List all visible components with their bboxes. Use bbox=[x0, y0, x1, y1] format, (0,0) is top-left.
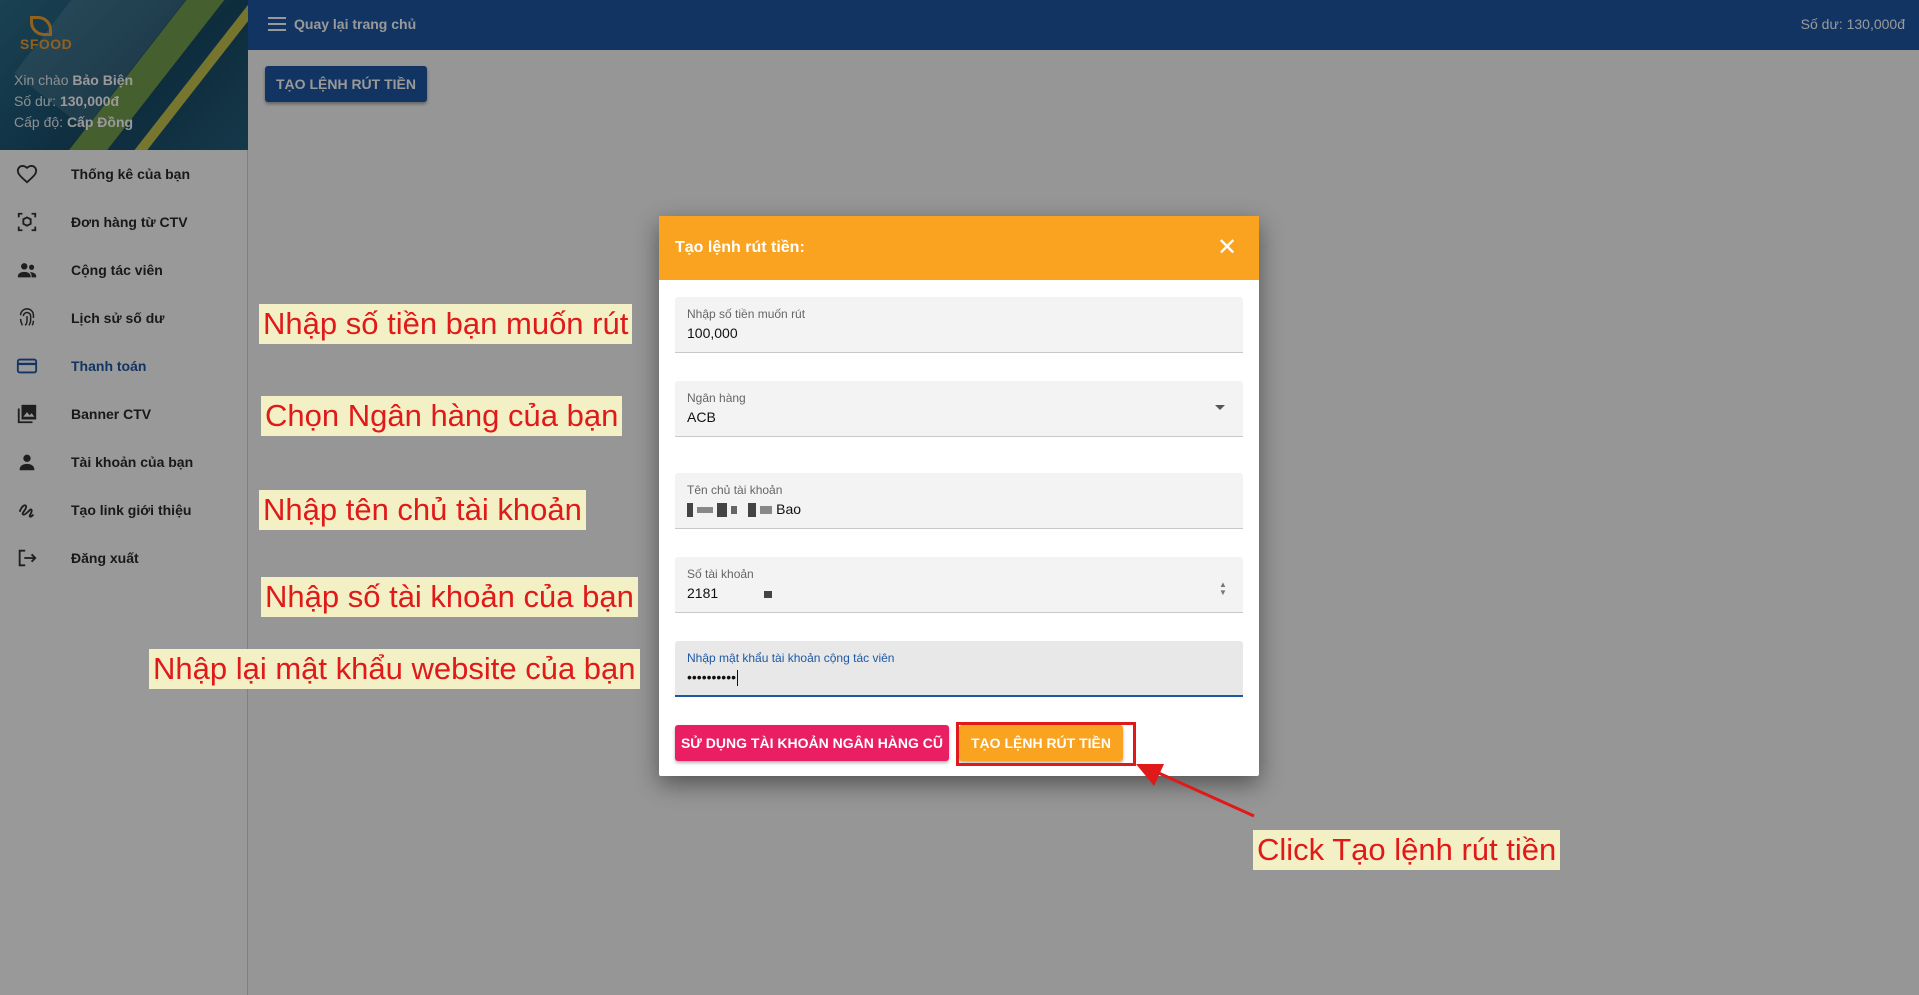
annotation-account-name: Nhập tên chủ tài khoản bbox=[259, 490, 586, 530]
bank-label: Ngân hàng bbox=[687, 391, 746, 405]
password-dots: •••••••••• bbox=[687, 669, 737, 685]
account-number-value: 2181 bbox=[687, 585, 773, 601]
password-label: Nhập mật khẩu tài khoản cộng tác viên bbox=[687, 651, 895, 665]
close-icon[interactable]: ✕ bbox=[1213, 234, 1241, 262]
account-name-visible: Bao bbox=[776, 501, 802, 517]
dialog-header: Tạo lệnh rút tiền: ✕ bbox=[659, 216, 1259, 280]
bank-value: ACB bbox=[687, 409, 716, 425]
number-stepper-icon[interactable]: ▲ ▼ bbox=[1217, 581, 1229, 599]
account-number-field[interactable]: Số tài khoản 2181 ▲ ▼ bbox=[675, 557, 1243, 613]
dialog-title: Tạo lệnh rút tiền: bbox=[675, 239, 805, 256]
annotation-account-number: Nhập số tài khoản của bạn bbox=[261, 577, 638, 617]
account-name-label: Tên chủ tài khoản bbox=[687, 483, 783, 497]
red-arrow-icon bbox=[1136, 764, 1255, 818]
account-number-visible: 2181 bbox=[687, 585, 719, 601]
amount-label: Nhập số tiền muốn rút bbox=[687, 307, 806, 321]
submit-withdrawal-button[interactable]: TẠO LỆNH RÚT TIỀN bbox=[959, 725, 1123, 761]
withdrawal-dialog: Tạo lệnh rút tiền: ✕ Nhập số tiền muốn r… bbox=[659, 216, 1259, 776]
annotation-password: Nhập lại mật khẩu website của bạn bbox=[149, 649, 640, 689]
account-name-field[interactable]: Tên chủ tài khoản Bao bbox=[675, 473, 1243, 529]
password-value: •••••••••• bbox=[687, 669, 739, 687]
text-caret bbox=[737, 670, 739, 687]
account-name-value: Bao bbox=[687, 501, 802, 518]
annotation-click: Click Tạo lệnh rút tiền bbox=[1253, 830, 1561, 870]
account-number-label: Số tài khoản bbox=[687, 567, 754, 581]
use-old-bank-account-button[interactable]: SỬ DỤNG TÀI KHOẢN NGÂN HÀNG CŨ bbox=[675, 725, 949, 761]
annotation-bank: Chọn Ngân hàng của bạn bbox=[261, 396, 623, 436]
bank-select[interactable]: Ngân hàng ACB bbox=[675, 381, 1243, 437]
amount-value: 100,000 bbox=[687, 325, 738, 341]
dropdown-arrow-icon[interactable] bbox=[1215, 405, 1225, 410]
password-field[interactable]: Nhập mật khẩu tài khoản cộng tác viên ••… bbox=[675, 641, 1243, 697]
annotation-amount: Nhập số tiền bạn muốn rút bbox=[259, 304, 633, 344]
amount-field[interactable]: Nhập số tiền muốn rút 100,000 bbox=[675, 297, 1243, 353]
